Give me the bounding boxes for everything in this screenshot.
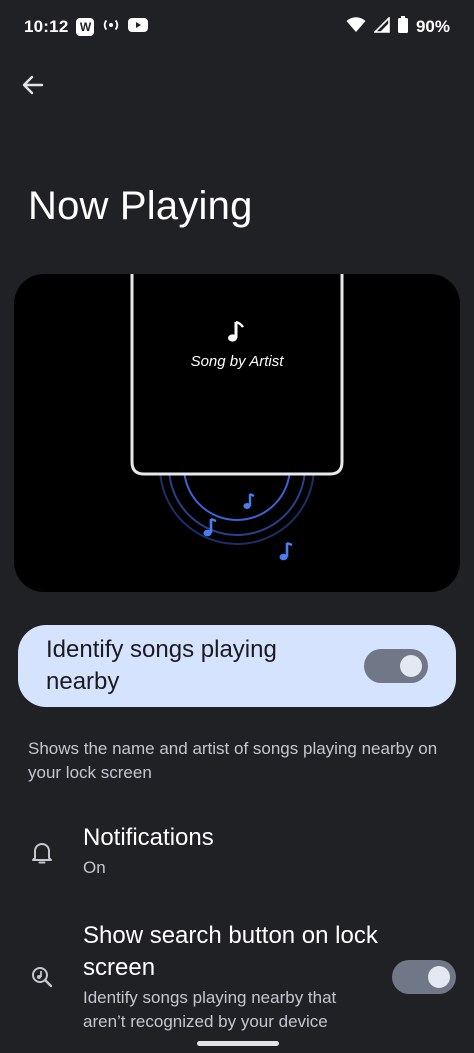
identify-songs-toggle-card[interactable]: Identify songs playing nearby: [18, 625, 456, 707]
identify-songs-label: Identify songs playing nearby: [46, 636, 277, 695]
now-playing-illustration: Song by Artist: [14, 274, 460, 592]
illustration-graphic: [130, 274, 344, 561]
gesture-nav-handle[interactable]: [197, 1041, 279, 1046]
status-bar-right: 90%: [346, 15, 450, 38]
notifications-title: Notifications: [83, 824, 214, 851]
wifi-icon: [346, 16, 366, 38]
identify-songs-switch[interactable]: [364, 649, 428, 683]
song-by-artist-text: Song by Artist: [190, 353, 284, 370]
music-note-blue-icon: [243, 493, 255, 509]
youtube-icon: [128, 17, 149, 37]
show-search-button-switch[interactable]: [392, 960, 456, 994]
feature-description: Shows the name and artist of songs playi…: [28, 739, 438, 782]
hotspot-icon: [102, 18, 120, 37]
status-bar: 10:12 W 90%: [0, 0, 474, 54]
battery-percent: 90%: [415, 17, 450, 36]
show-search-button-title: Show search button on lock screen: [83, 922, 378, 981]
back-button[interactable]: [18, 72, 48, 102]
page-title: Now Playing: [28, 184, 253, 228]
show-search-button-subtitle: Identify songs playing nearby that aren’…: [83, 988, 337, 1031]
music-note-blue-icon: [279, 541, 293, 561]
switch-knob: [400, 655, 422, 677]
status-bar-left: 10:12 W: [24, 17, 149, 37]
bell-icon: [30, 841, 54, 865]
music-search-icon: [30, 965, 54, 989]
arrow-left-icon: [22, 74, 44, 101]
battery-icon: [397, 16, 408, 38]
w-app-icon: W: [76, 18, 95, 36]
switch-knob: [428, 966, 450, 988]
status-time: 10:12: [24, 17, 69, 36]
notifications-subtitle: On: [83, 858, 106, 877]
signal-icon: [373, 15, 390, 38]
